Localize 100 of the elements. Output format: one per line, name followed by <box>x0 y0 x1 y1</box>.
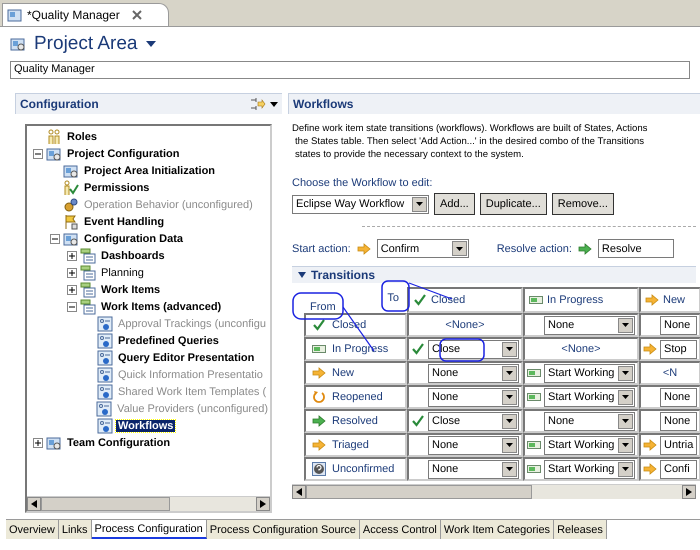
tree-item[interactable]: Work Items (advanced) <box>99 300 224 312</box>
tree-item[interactable]: Predefined Queries <box>116 334 221 346</box>
section-header[interactable]: Transitions <box>292 266 696 283</box>
editor-page-tab[interactable]: Work Item Categories <box>440 520 554 539</box>
expand-icon[interactable] <box>68 286 76 294</box>
check-icon <box>411 342 425 356</box>
expand-icon[interactable] <box>68 252 76 260</box>
action-dropdown[interactable]: Stop <box>660 340 697 358</box>
caret-icon <box>506 371 513 375</box>
circular-arrow-icon <box>312 390 326 404</box>
resolve-action-dropdown[interactable]: Resolve <box>598 239 674 258</box>
description-line: Define work item state transitions (workflows). Workflows are built of States, Actions <box>292 122 648 135</box>
action-button[interactable]: Add... <box>434 193 475 215</box>
scroll-right-icon[interactable] <box>686 488 692 496</box>
tree-item[interactable]: Event Handling <box>82 216 166 228</box>
editor-page-tab[interactable]: Access Control <box>360 520 441 539</box>
action-dropdown[interactable]: None <box>428 460 519 478</box>
caret-icon <box>506 395 513 399</box>
form-icon <box>96 400 112 416</box>
tree-item[interactable]: Project Area Initialization <box>82 164 218 176</box>
horizontal-scrollbar[interactable] <box>292 484 696 499</box>
action-dropdown[interactable]: None <box>428 364 519 382</box>
action-dropdown[interactable]: Start Working <box>544 364 635 382</box>
action-dropdown[interactable]: None <box>544 412 635 430</box>
scroll-left-icon[interactable] <box>31 500 37 508</box>
caret-icon <box>506 467 513 471</box>
row-header: Resolved <box>304 409 407 433</box>
action-dropdown[interactable]: Untria <box>660 436 698 454</box>
name-field[interactable]: Quality Manager <box>10 61 690 79</box>
column-header: In Progress <box>523 287 639 313</box>
close-icon[interactable] <box>132 10 142 20</box>
horizontal-scrollbar[interactable] <box>27 496 270 511</box>
arrow-right-icon <box>643 438 657 452</box>
caret-icon <box>506 443 513 447</box>
action-button[interactable]: Duplicate... <box>480 193 547 215</box>
caret-icon[interactable] <box>146 41 156 47</box>
arrow-right-icon <box>312 414 326 428</box>
caret-icon <box>506 419 513 423</box>
start-action-dropdown[interactable]: Confirm <box>376 239 469 258</box>
action-dropdown[interactable]: Start Working <box>544 460 635 478</box>
workflow-dropdown[interactable]: Eclipse Way Workflow <box>292 194 429 214</box>
tree-item[interactable]: Roles <box>65 130 99 142</box>
collapse-icon[interactable] <box>250 97 266 111</box>
editor-tab[interactable]: *Quality Manager <box>2 3 169 26</box>
tree-item[interactable]: Workflows <box>116 420 176 432</box>
editor-page-tab[interactable]: Process Configuration <box>92 520 207 539</box>
editor-page-tab[interactable]: Releases <box>554 520 607 539</box>
list-icon <box>80 264 96 280</box>
action-dropdown[interactable]: None <box>660 412 697 430</box>
axis-label: To <box>387 292 399 304</box>
editor-page-tab[interactable]: Overview <box>6 520 59 539</box>
arrow-right-icon <box>356 242 371 256</box>
arrow-right-icon <box>578 242 592 256</box>
tree-item[interactable]: Query Editor Presentation <box>116 352 256 364</box>
progress-bar-icon <box>529 293 543 307</box>
action-dropdown[interactable]: Start Working <box>544 436 635 454</box>
action-dropdown[interactable]: None <box>660 316 697 334</box>
caret-icon[interactable] <box>270 102 278 106</box>
scroll-left-icon[interactable] <box>296 488 302 496</box>
tree-item[interactable]: Permissions <box>82 182 152 194</box>
tree-item[interactable]: Configuration Data <box>82 232 185 244</box>
tree-item[interactable]: Work Items <box>99 284 162 296</box>
action-dropdown[interactable]: None <box>544 316 635 334</box>
list-icon <box>80 248 96 264</box>
caret-icon <box>622 323 629 327</box>
check-icon <box>312 318 326 332</box>
panel-title: Configuration <box>20 97 100 111</box>
action-dropdown[interactable]: Start Working <box>544 388 635 406</box>
progress-bar-icon <box>527 366 541 380</box>
question-icon <box>312 462 326 476</box>
action-dropdown[interactable]: None <box>428 388 519 406</box>
table-cell: <None> <box>523 337 639 361</box>
check-icon <box>411 414 425 428</box>
editor-page-tab[interactable]: Links <box>58 520 92 539</box>
progress-bar-icon <box>527 462 541 476</box>
caret-icon <box>622 443 629 447</box>
row-header: In Progress <box>304 337 407 361</box>
arrow-right-icon <box>312 438 326 452</box>
action-dropdown[interactable]: None <box>428 436 519 454</box>
project-icon <box>7 7 23 23</box>
editor-page-tab[interactable]: Process Configuration Source <box>206 520 360 539</box>
expand-icon[interactable] <box>68 268 76 276</box>
description-line: the States table. Then select 'Add Action...' in the desired combo of the Transitions <box>294 135 646 148</box>
tree-item[interactable]: Project Configuration <box>65 148 182 160</box>
action-dropdown[interactable]: Close <box>428 412 519 430</box>
form-icon <box>97 384 113 400</box>
axis-label: From <box>310 301 336 313</box>
tree-item[interactable]: Team Configuration <box>65 436 172 448</box>
expand-icon[interactable] <box>34 438 42 446</box>
arrow-right-icon <box>645 293 659 307</box>
people-icon <box>46 128 62 144</box>
action-button[interactable]: Remove... <box>552 193 614 215</box>
tree-item[interactable]: Dashboards <box>99 250 167 262</box>
scroll-right-icon[interactable] <box>260 500 266 508</box>
table-cell: <None> <box>407 313 523 337</box>
project-icon <box>46 434 62 450</box>
action-dropdown[interactable]: None <box>660 388 697 406</box>
tree-item[interactable]: Planning <box>99 266 146 278</box>
column-header: New <box>639 287 700 313</box>
action-dropdown[interactable]: Confi <box>660 460 697 478</box>
